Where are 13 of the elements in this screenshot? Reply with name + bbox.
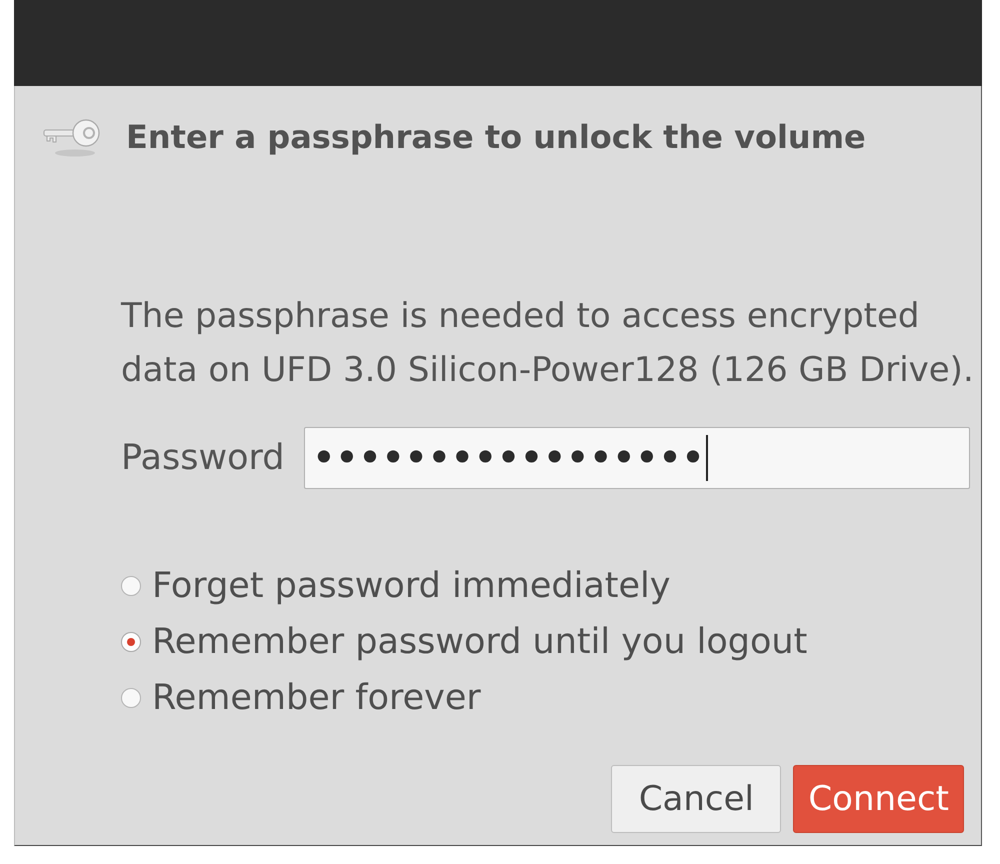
password-field[interactable]: •••••••••••••••••: [304, 427, 970, 489]
radio-label[interactable]: Remember password until you logout: [152, 620, 808, 664]
radio-button[interactable]: [121, 688, 141, 708]
password-label: Password: [121, 438, 284, 478]
radio-label[interactable]: Forget password immediately: [152, 564, 670, 608]
radio-button[interactable]: [121, 576, 141, 596]
dialog-message: The passphrase is needed to access encrypted data on UFD 3.0 Silicon-Power128 (126 GB Drive).: [121, 295, 975, 392]
connect-button[interactable]: Connect: [793, 765, 964, 833]
radio-button[interactable]: [121, 632, 141, 652]
dialog-heading: Enter a passphrase to unlock the volume: [126, 118, 866, 156]
text-cursor-icon: [706, 435, 708, 481]
cancel-button[interactable]: Cancel: [611, 765, 782, 833]
radio-label[interactable]: Remember forever: [152, 676, 481, 720]
